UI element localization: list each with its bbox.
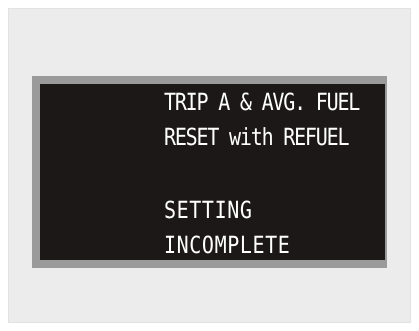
display-line-4: INCOMPLETE [164, 230, 291, 259]
display-line-1: TRIP A & AVG. FUEL [164, 87, 360, 116]
display-line-3: SETTING [164, 195, 253, 224]
info-display-screen: TRIP A & AVG. FUEL RESET with REFUEL SET… [40, 84, 385, 260]
display-line-2: RESET with REFUEL [164, 122, 350, 151]
page: TRIP A & AVG. FUEL RESET with REFUEL SET… [0, 0, 419, 331]
